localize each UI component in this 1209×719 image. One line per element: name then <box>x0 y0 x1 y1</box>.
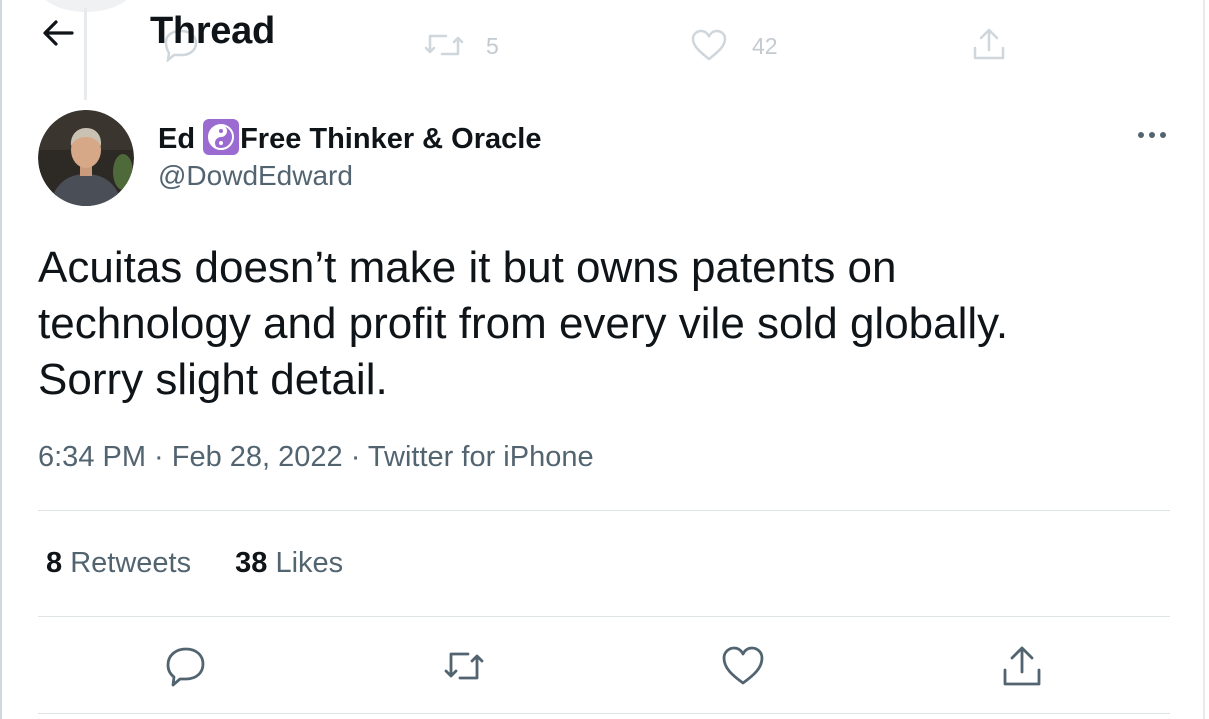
author-name-suffix: Free Thinker & Oracle <box>240 123 542 155</box>
author-handle[interactable]: @DowdEdward <box>158 160 353 192</box>
tweet-text-line: Acuitas doesn’t make it but owns patents… <box>38 243 897 292</box>
retweet-count: 8 <box>46 547 63 579</box>
like-icon[interactable] <box>721 644 765 688</box>
author-name: Ed <box>158 123 196 155</box>
share-icon[interactable] <box>1000 644 1044 688</box>
divider <box>38 713 1170 714</box>
tweet-text-line: technology and profit from every vile so… <box>38 299 1009 348</box>
back-arrow-icon[interactable] <box>38 12 78 52</box>
author-display-name[interactable]: Ed Free Thinker & Oracle <box>158 119 541 156</box>
engagement-stats: 8 Retweets 38 Likes <box>46 547 379 580</box>
tweet-text: Acuitas doesn’t make it but owns patents… <box>38 240 1168 408</box>
like-count: 38 <box>235 547 268 579</box>
divider <box>38 510 1170 511</box>
yin-yang-icon <box>203 119 240 155</box>
author-avatar[interactable] <box>38 110 134 206</box>
thread-connector-line <box>84 8 87 100</box>
page-title: Thread <box>150 10 275 52</box>
retweets-stat[interactable]: 8 Retweets <box>46 547 191 579</box>
retweet-label: Retweets <box>70 547 192 579</box>
previous-like-count: 42 <box>752 33 778 59</box>
previous-retweet-icon[interactable] <box>424 30 464 60</box>
like-label: Likes <box>275 547 344 579</box>
tweet-timestamp[interactable]: 6:34 PM · Feb 28, 2022 · Twitter for iPh… <box>38 441 594 474</box>
retweet-icon[interactable] <box>442 644 486 688</box>
previous-share-icon[interactable] <box>970 26 1008 62</box>
likes-stat[interactable]: 38 Likes <box>235 547 343 579</box>
reply-icon[interactable] <box>163 644 207 688</box>
previous-like-icon[interactable] <box>690 28 728 62</box>
divider <box>38 616 1170 617</box>
window-frame-right <box>1203 0 1205 719</box>
more-options-icon[interactable] <box>1134 120 1170 150</box>
tweet-text-line: Sorry slight detail. <box>38 355 388 404</box>
previous-retweet-count: 5 <box>486 33 499 59</box>
window-frame-left <box>0 0 2 719</box>
